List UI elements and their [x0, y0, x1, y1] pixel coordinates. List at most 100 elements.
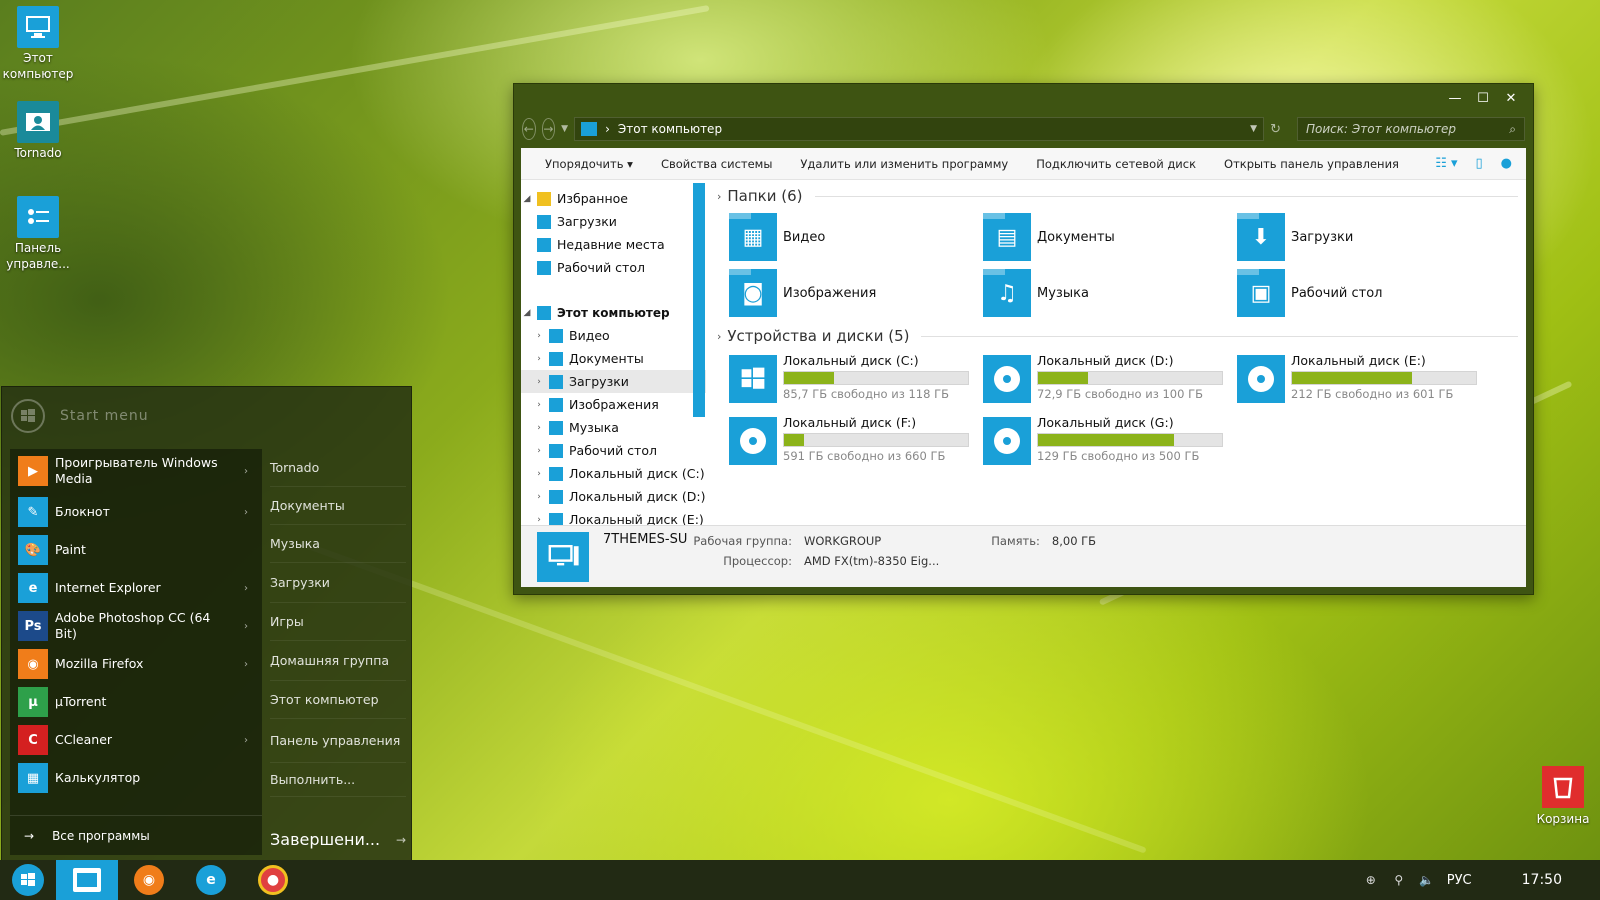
show-hidden-icons-icon[interactable]: ⊕	[1363, 872, 1379, 888]
expand-icon[interactable]: ›	[533, 469, 545, 479]
map-network-drive-button[interactable]: Подключить сетевой диск	[1022, 157, 1210, 171]
drive-item[interactable]: Локальный диск (G:) 129 ГБ свободно из 50…	[983, 415, 1237, 467]
all-programs-button[interactable]: → Все программы	[10, 815, 262, 855]
expand-icon[interactable]: ›	[533, 354, 545, 364]
start-place-item[interactable]: Tornado	[270, 449, 406, 487]
folder-item[interactable]: ▤ Документы	[983, 213, 1237, 261]
drives-section-header[interactable]: › Устройства и диски (5)	[717, 323, 1526, 349]
taskbar-firefox[interactable]: ◉	[118, 860, 180, 900]
uninstall-program-button[interactable]: Удалить или изменить программу	[786, 157, 1022, 171]
start-program-item[interactable]: μ µTorrent	[10, 683, 262, 721]
shutdown-options-arrow-icon[interactable]: →	[396, 833, 406, 847]
desktop-icon-tornado[interactable]: Tornado	[0, 101, 76, 161]
drive-item[interactable]: Локальный диск (F:) 591 ГБ свободно из 66…	[729, 415, 983, 467]
address-dropdown-icon[interactable]: ▼	[1250, 124, 1257, 134]
view-options-icon[interactable]: ☷ ▾	[1435, 156, 1457, 171]
start-place-item[interactable]: Игры	[270, 603, 406, 641]
close-button[interactable]: ✕	[1497, 88, 1525, 108]
submenu-arrow-icon[interactable]: ›	[244, 583, 248, 594]
search-icon[interactable]: ⌕	[1509, 122, 1516, 137]
nav-this-pc[interactable]: ◢ Этот компьютер	[521, 301, 706, 324]
desktop-icon-recycle-bin[interactable]: Корзина	[1530, 766, 1596, 826]
nav-item-downloads[interactable]: Загрузки	[521, 210, 706, 233]
collapse-icon[interactable]: ◢	[521, 308, 533, 318]
nav-favorites[interactable]: ◢ Избранное	[521, 187, 706, 210]
network-icon[interactable]: ⚲	[1391, 872, 1407, 888]
submenu-arrow-icon[interactable]: ›	[244, 735, 248, 746]
start-button[interactable]	[0, 860, 56, 900]
nav-item[interactable]: › Загрузки	[521, 370, 706, 393]
back-button[interactable]: ←	[522, 118, 536, 140]
nav-item[interactable]: › Музыка	[521, 416, 706, 439]
nav-item-desktop[interactable]: Рабочий стол	[521, 256, 706, 279]
start-place-item[interactable]: Панель управления	[270, 719, 406, 763]
nav-item[interactable]: › Локальный диск (E:)	[521, 508, 706, 525]
expand-icon[interactable]: ›	[533, 423, 545, 433]
submenu-arrow-icon[interactable]: ›	[244, 466, 248, 477]
language-indicator[interactable]: РУС	[1447, 873, 1472, 888]
shutdown-button[interactable]: Завершени... →	[270, 830, 406, 849]
forward-button[interactable]: →	[541, 118, 556, 140]
folder-item[interactable]: ▦ Видео	[729, 213, 983, 261]
nav-item[interactable]: › Изображения	[521, 393, 706, 416]
start-program-item[interactable]: C CCleaner ›	[10, 721, 262, 759]
submenu-arrow-icon[interactable]: ›	[244, 621, 248, 632]
recent-locations-dropdown-icon[interactable]: ▼	[561, 124, 568, 134]
drive-item[interactable]: Локальный диск (C:) 85,7 ГБ свободно из 1…	[729, 353, 983, 405]
start-program-item[interactable]: ▶ Проигрыватель Windows Media ›	[10, 449, 262, 493]
address-bar[interactable]: › Этот компьютер ▼	[574, 117, 1265, 141]
folder-item[interactable]: ♫ Музыка	[983, 269, 1237, 317]
start-place-item[interactable]: Этот компьютер	[270, 681, 406, 719]
folder-item[interactable]: ⬇ Загрузки	[1237, 213, 1491, 261]
start-place-item[interactable]: Выполнить...	[270, 763, 406, 797]
volume-icon[interactable]: 🔈	[1419, 872, 1435, 888]
minimize-button[interactable]: —	[1441, 88, 1469, 108]
expand-icon[interactable]: ›	[533, 377, 545, 387]
open-control-panel-button[interactable]: Открыть панель управления	[1210, 157, 1413, 171]
desktop-icon-this-pc[interactable]: Этот компьютер	[0, 6, 76, 82]
start-program-item[interactable]: 🎨 Paint	[10, 531, 262, 569]
folder-item[interactable]: ▣ Рабочий стол	[1237, 269, 1491, 317]
nav-item[interactable]: › Локальный диск (C:)	[521, 462, 706, 485]
start-place-item[interactable]: Загрузки	[270, 563, 406, 603]
organize-button[interactable]: Упорядочить ▾	[531, 157, 647, 171]
expand-icon[interactable]: ›	[533, 515, 545, 525]
preview-pane-icon[interactable]: ▯	[1476, 156, 1483, 171]
system-properties-button[interactable]: Свойства системы	[647, 157, 786, 171]
start-program-item[interactable]: e Internet Explorer ›	[10, 569, 262, 607]
start-program-item[interactable]: ◉ Mozilla Firefox ›	[10, 645, 262, 683]
clock[interactable]: 17:50	[1522, 872, 1562, 888]
taskbar-internet-explorer[interactable]: e	[180, 860, 242, 900]
expand-icon[interactable]: ›	[533, 492, 545, 502]
start-place-item[interactable]: Документы	[270, 487, 406, 525]
drive-item[interactable]: Локальный диск (D:) 72,9 ГБ свободно из 1…	[983, 353, 1237, 405]
folder-item[interactable]: ◙ Изображения	[729, 269, 983, 317]
refresh-icon[interactable]: ↻	[1270, 122, 1281, 137]
nav-item[interactable]: › Видео	[521, 324, 706, 347]
nav-item-recent[interactable]: Недавние места	[521, 233, 706, 256]
collapse-icon[interactable]: ◢	[521, 194, 533, 204]
nav-scrollbar[interactable]	[693, 183, 705, 417]
taskbar-chrome[interactable]: ●	[242, 860, 304, 900]
start-place-item[interactable]: Музыка	[270, 525, 406, 563]
expand-icon[interactable]: ›	[533, 446, 545, 456]
folders-section-header[interactable]: › Папки (6)	[717, 183, 1526, 209]
search-input[interactable]: Поиск: Этот компьютер ⌕	[1296, 117, 1525, 141]
start-program-item[interactable]: ✎ Блокнот ›	[10, 493, 262, 531]
start-place-item[interactable]: Домашняя группа	[270, 641, 406, 681]
submenu-arrow-icon[interactable]: ›	[244, 507, 248, 518]
desktop-icon-control-panel[interactable]: Панель управле...	[0, 196, 76, 272]
breadcrumb[interactable]: Этот компьютер	[618, 122, 722, 136]
expand-icon[interactable]: ›	[533, 331, 545, 341]
start-program-item[interactable]: ▦ Калькулятор	[10, 759, 262, 797]
start-menu-search[interactable]: Start menu	[2, 387, 411, 445]
nav-item[interactable]: › Рабочий стол	[521, 439, 706, 462]
help-icon[interactable]: ●	[1501, 156, 1512, 171]
taskbar-explorer[interactable]	[56, 860, 118, 900]
maximize-button[interactable]: ☐	[1469, 88, 1497, 108]
drive-item[interactable]: Локальный диск (E:) 212 ГБ свободно из 60…	[1237, 353, 1491, 405]
start-program-item[interactable]: Ps Adobe Photoshop CC (64 Bit) ›	[10, 607, 262, 645]
submenu-arrow-icon[interactable]: ›	[244, 659, 248, 670]
nav-item[interactable]: › Локальный диск (D:)	[521, 485, 706, 508]
nav-item[interactable]: › Документы	[521, 347, 706, 370]
